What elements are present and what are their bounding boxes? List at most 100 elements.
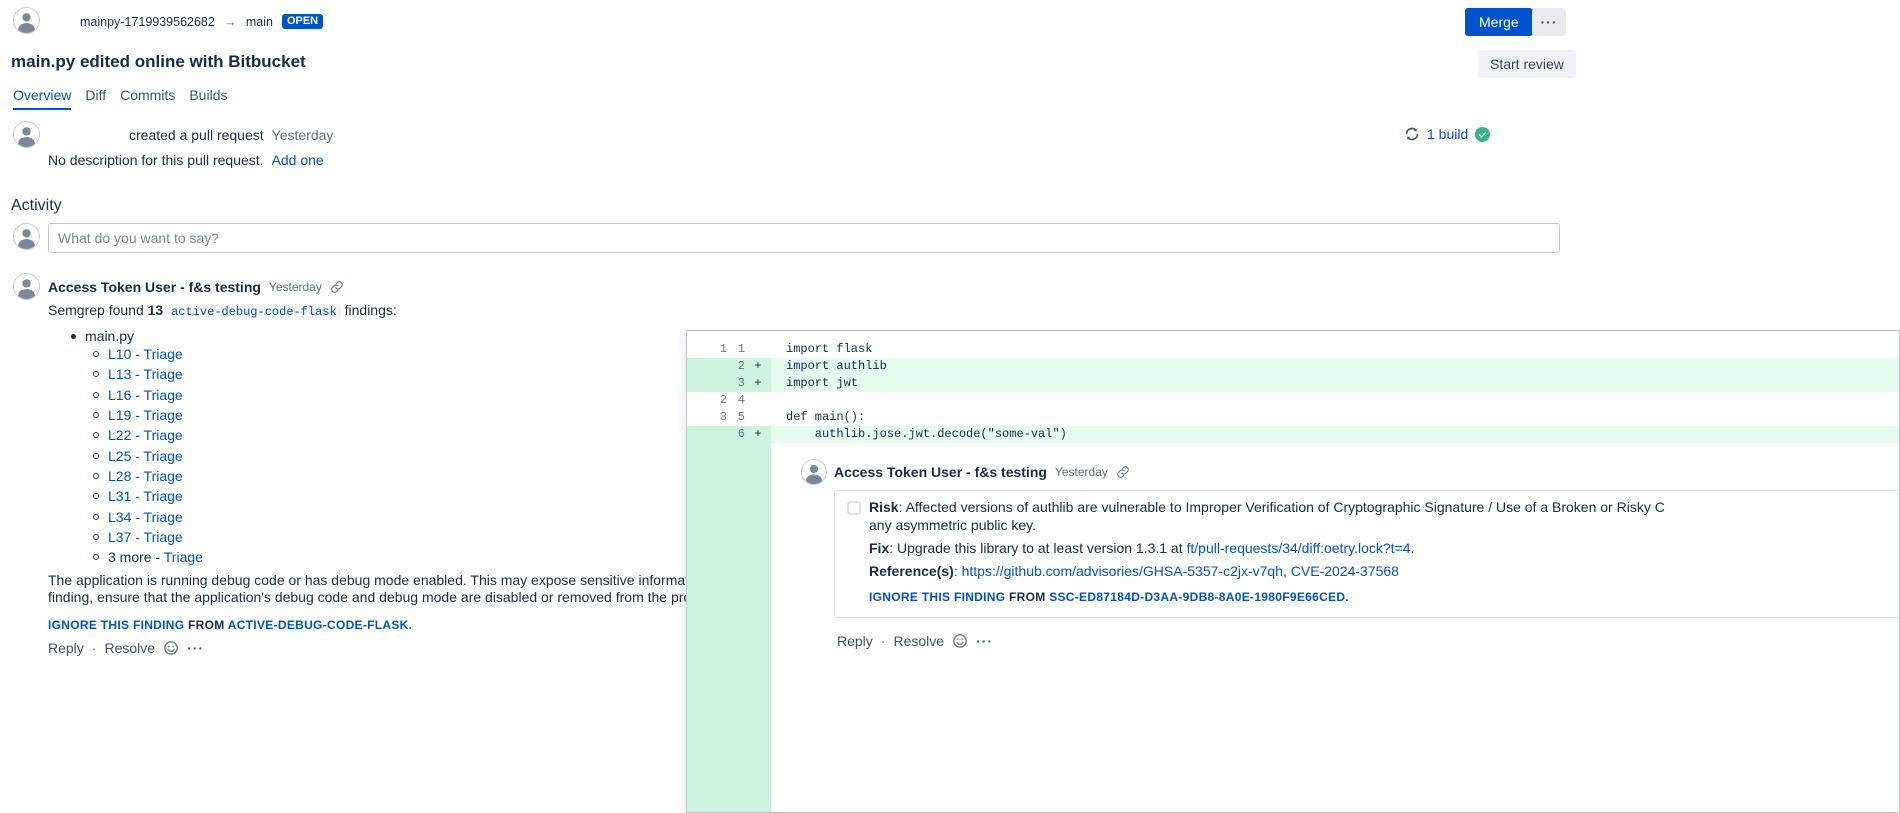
line-number-old bbox=[687, 426, 727, 443]
diff-marker: + bbox=[745, 358, 771, 375]
bullet-icon bbox=[93, 453, 99, 459]
line-number-new: 4 bbox=[727, 392, 745, 409]
build-link[interactable]: 1 build bbox=[1427, 126, 1468, 142]
code-text: def main(): bbox=[771, 409, 865, 426]
add-reaction-icon[interactable] bbox=[163, 640, 179, 656]
pr-author-avatar[interactable] bbox=[13, 7, 40, 34]
references-comma: , bbox=[1283, 563, 1287, 579]
reply-button[interactable]: Reply bbox=[48, 640, 84, 656]
finding-item: L28 - Triage bbox=[93, 466, 203, 486]
comment-more-options[interactable]: ··· bbox=[187, 640, 204, 656]
line-number-old: 3 bbox=[687, 409, 727, 426]
diff-line-added: 2+import authlib bbox=[687, 358, 1899, 375]
comment-header: Access Token User - f&s testing Yesterda… bbox=[48, 279, 344, 295]
references-colon: : bbox=[954, 563, 958, 579]
inline-ignore-target-link[interactable]: SSC-ED87184D-D3AA-9DB8-8A0E-1980F9E66CED… bbox=[1049, 590, 1349, 604]
merge-button[interactable]: Merge bbox=[1465, 8, 1533, 36]
permalink-icon[interactable] bbox=[330, 280, 344, 294]
finding-link-l13[interactable]: L13 - Triage bbox=[108, 366, 183, 382]
inline-comment: Access Token User - f&s testing Yesterda… bbox=[771, 443, 1899, 812]
created-text: created a pull request bbox=[129, 127, 264, 143]
finding-link-l10[interactable]: L10 - Triage bbox=[108, 346, 183, 362]
addition-gutter-strip bbox=[687, 443, 771, 812]
ignore-target-link[interactable]: ACTIVE-DEBUG-CODE-FLASK. bbox=[228, 618, 413, 632]
finding-link-l37[interactable]: L37 - Triage bbox=[108, 529, 183, 545]
inline-comment-more-options[interactable]: ··· bbox=[976, 633, 993, 649]
cve-link[interactable]: CVE-2024-37568 bbox=[1291, 563, 1399, 579]
risk-line2: any asymmetric public key. bbox=[869, 516, 1900, 534]
bullet-icon bbox=[71, 334, 76, 339]
code-text: import flask bbox=[771, 341, 872, 358]
references-label: Reference(s) bbox=[869, 563, 954, 579]
file-list-item: main.py bbox=[71, 328, 134, 344]
inline-add-reaction-icon[interactable] bbox=[952, 633, 968, 649]
finding-link-l22[interactable]: L22 - Triage bbox=[108, 427, 183, 443]
finding-link-l16[interactable]: L16 - Triage bbox=[108, 387, 183, 403]
finding-item: L13 - Triage bbox=[93, 364, 203, 384]
inline-comment-timestamp: Yesterday bbox=[1055, 465, 1108, 479]
rule-code-token[interactable]: active-debug-code-flask bbox=[167, 304, 341, 320]
bullet-icon bbox=[93, 493, 99, 499]
build-status: 1 build bbox=[1404, 126, 1490, 142]
finding-item: L31 - Triage bbox=[93, 486, 203, 506]
finding-item: L19 - Triage bbox=[93, 405, 203, 425]
source-branch[interactable]: mainpy-1719939562682 bbox=[80, 15, 215, 29]
bullet-icon bbox=[93, 392, 99, 398]
finding-link-l19[interactable]: L19 - Triage bbox=[108, 407, 183, 423]
inline-ignore-finding-link[interactable]: IGNORE THIS FINDING bbox=[869, 590, 1005, 604]
finding-item: L22 - Triage bbox=[93, 425, 203, 445]
created-line: created a pull request Yesterday bbox=[129, 127, 333, 143]
references-line: Reference(s): https://github.com/advisor… bbox=[869, 562, 1900, 580]
finding-link-l28[interactable]: L28 - Triage bbox=[108, 468, 183, 484]
comment-actions: Reply · Resolve ··· bbox=[48, 640, 204, 656]
finding-link-l25[interactable]: L25 - Triage bbox=[108, 448, 183, 464]
target-branch[interactable]: main bbox=[246, 15, 273, 29]
fix-text: : Upgrade this library to at least versi… bbox=[889, 540, 1182, 556]
diff-marker bbox=[745, 409, 771, 426]
diff-line: 35 def main(): bbox=[687, 409, 1899, 426]
current-user-avatar bbox=[13, 223, 40, 250]
tab-diff[interactable]: Diff bbox=[85, 87, 106, 110]
inline-resolve-button[interactable]: Resolve bbox=[893, 633, 944, 649]
risk-label: Risk bbox=[869, 499, 899, 515]
line-number-new: 6 bbox=[727, 426, 745, 443]
line-number-new: 5 bbox=[727, 409, 745, 426]
comment-author[interactable]: Access Token User - f&s testing bbox=[48, 279, 261, 295]
start-review-button[interactable]: Start review bbox=[1478, 50, 1576, 78]
line-number-new: 1 bbox=[727, 341, 745, 358]
diff-preview-panel: 11import flask 2+import authlib 3+import… bbox=[686, 330, 1900, 813]
permalink-icon[interactable] bbox=[1116, 465, 1130, 479]
tab-overview[interactable]: Overview bbox=[13, 87, 71, 110]
fix-line: Fix: Upgrade this library to at least ve… bbox=[869, 539, 1900, 557]
arrow-right-icon: → bbox=[224, 14, 237, 29]
more-findings-triage-link[interactable]: Triage bbox=[164, 549, 203, 565]
code-text: import jwt bbox=[771, 375, 858, 392]
bullet-icon bbox=[93, 554, 99, 560]
fix-period: . bbox=[1411, 540, 1415, 556]
more-options-button[interactable]: ··· bbox=[1532, 8, 1566, 36]
pr-tabs: Overview Diff Commits Builds bbox=[13, 87, 227, 110]
line-number-old bbox=[687, 358, 727, 375]
add-description-link[interactable]: Add one bbox=[272, 152, 324, 168]
finding-item: L25 - Triage bbox=[93, 445, 203, 465]
finding-item: L37 - Triage bbox=[93, 527, 203, 547]
inline-comment-author[interactable]: Access Token User - f&s testing bbox=[834, 464, 1047, 480]
finding-link-l31[interactable]: L31 - Triage bbox=[108, 488, 183, 504]
inline-ignore-row: IGNORE THIS FINDING FROM SSC-ED87184D-D3… bbox=[869, 590, 1900, 604]
diff-line-added: 6+ authlib.jose.jwt.decode("some-val") bbox=[687, 426, 1899, 443]
ignore-finding-link[interactable]: IGNORE THIS FINDING bbox=[48, 618, 184, 632]
finding-checkbox[interactable] bbox=[847, 501, 861, 515]
tab-commits[interactable]: Commits bbox=[120, 87, 175, 110]
line-number-old: 1 bbox=[687, 341, 727, 358]
resolve-button[interactable]: Resolve bbox=[104, 640, 155, 656]
comment-input[interactable] bbox=[48, 223, 1560, 253]
fix-link[interactable]: ft/pull-requests/34/diff:oetry.lock?t=4 bbox=[1187, 540, 1411, 556]
advisory-link[interactable]: https://github.com/advisories/GHSA-5357-… bbox=[962, 563, 1283, 579]
diff-line-added: 3+import jwt bbox=[687, 375, 1899, 392]
tab-builds[interactable]: Builds bbox=[189, 87, 227, 110]
comment-timestamp: Yesterday bbox=[269, 280, 322, 294]
risk-line1: Risk: Affected versions of authlib are v… bbox=[869, 498, 1900, 516]
inline-reply-button[interactable]: Reply bbox=[837, 633, 873, 649]
finding-link-l34[interactable]: L34 - Triage bbox=[108, 509, 183, 525]
finding-item: L34 - Triage bbox=[93, 506, 203, 526]
